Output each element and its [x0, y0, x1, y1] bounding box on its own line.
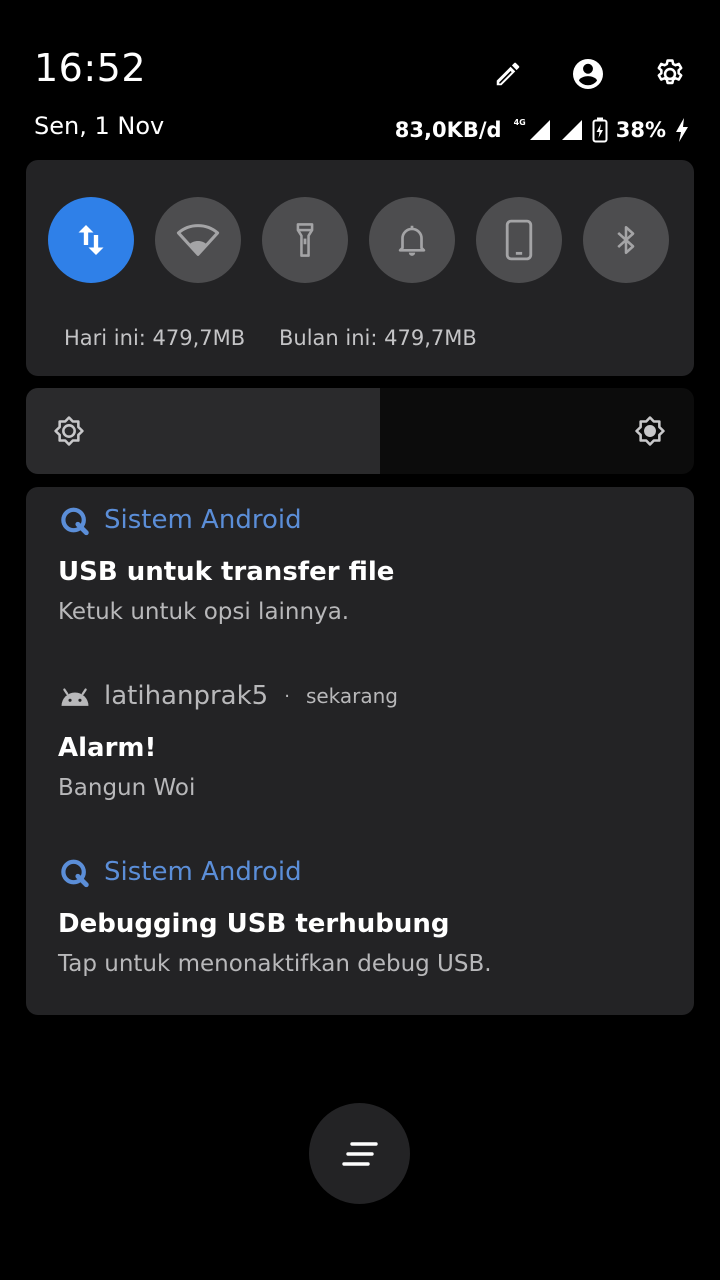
- notification-app-name: latihanprak5: [104, 681, 269, 711]
- wifi-tile[interactable]: [155, 197, 241, 283]
- brightness-high-icon: [632, 413, 668, 449]
- wifi-icon: [176, 224, 220, 256]
- notification-app-name: Sistem Android: [104, 505, 302, 535]
- ringer-tile[interactable]: [369, 197, 455, 283]
- notification-separator: ·: [284, 685, 290, 707]
- brightness-slider[interactable]: [26, 388, 694, 474]
- account-icon[interactable]: [570, 56, 606, 92]
- charging-bolt-icon: [676, 118, 688, 142]
- clear-all-icon: [341, 1141, 378, 1166]
- signal-icon: [561, 120, 582, 140]
- notification-text[interactable]: Bangun Woi: [58, 775, 195, 801]
- screen-rotate-icon: [505, 219, 533, 261]
- notification-title[interactable]: Debugging USB terhubung: [58, 909, 450, 939]
- mobile-data-tile[interactable]: [48, 197, 134, 283]
- bluetooth-tile[interactable]: [583, 197, 669, 283]
- network-type: 4G: [513, 117, 526, 127]
- android-system-icon: [61, 507, 89, 536]
- battery-percent: 38%: [615, 118, 666, 142]
- android-system-icon: [61, 859, 89, 888]
- bell-icon: [398, 225, 426, 256]
- notification-header[interactable]: latihanprak5 · sekarang: [58, 679, 398, 713]
- quick-settings-panel: Hari ini: 479,7MB Bulan ini: 479,7MB: [26, 160, 694, 376]
- net-speed: 83,0KB/d: [394, 118, 502, 142]
- bluetooth-icon: [617, 225, 635, 255]
- notification-panel: Sistem Android USB untuk transfer file K…: [26, 487, 694, 1015]
- notification-text[interactable]: Ketuk untuk opsi lainnya.: [58, 599, 349, 625]
- signal-icon: [529, 120, 550, 140]
- settings-icon[interactable]: [652, 56, 688, 92]
- notification-header[interactable]: Sistem Android: [58, 503, 302, 537]
- brightness-low-icon: [51, 413, 87, 449]
- android-icon: [61, 688, 89, 706]
- notification-title[interactable]: Alarm!: [58, 733, 156, 763]
- clear-all-button[interactable]: [309, 1103, 410, 1204]
- notification-title[interactable]: USB untuk transfer file: [58, 557, 394, 587]
- data-usage-today: Hari ini: 479,7MB: [64, 326, 246, 350]
- notification-time: sekarang: [305, 684, 398, 708]
- rotation-tile[interactable]: [476, 197, 562, 283]
- edit-icon[interactable]: [490, 56, 526, 92]
- battery-charging-icon: [592, 117, 608, 143]
- status-bar: 83,0KB/d 4G 38%: [395, 114, 690, 146]
- notification-text[interactable]: Tap untuk menonaktifkan debug USB.: [58, 951, 492, 977]
- notification-header[interactable]: Sistem Android: [58, 855, 302, 889]
- mobile-data-icon: [78, 225, 104, 255]
- notification-app-name: Sistem Android: [104, 857, 302, 887]
- clock[interactable]: 16:52: [34, 46, 146, 90]
- flashlight-icon: [296, 223, 314, 257]
- data-usage-month: Bulan ini: 479,7MB: [279, 326, 477, 350]
- flashlight-tile[interactable]: [262, 197, 348, 283]
- date[interactable]: Sen, 1 Nov: [34, 112, 164, 140]
